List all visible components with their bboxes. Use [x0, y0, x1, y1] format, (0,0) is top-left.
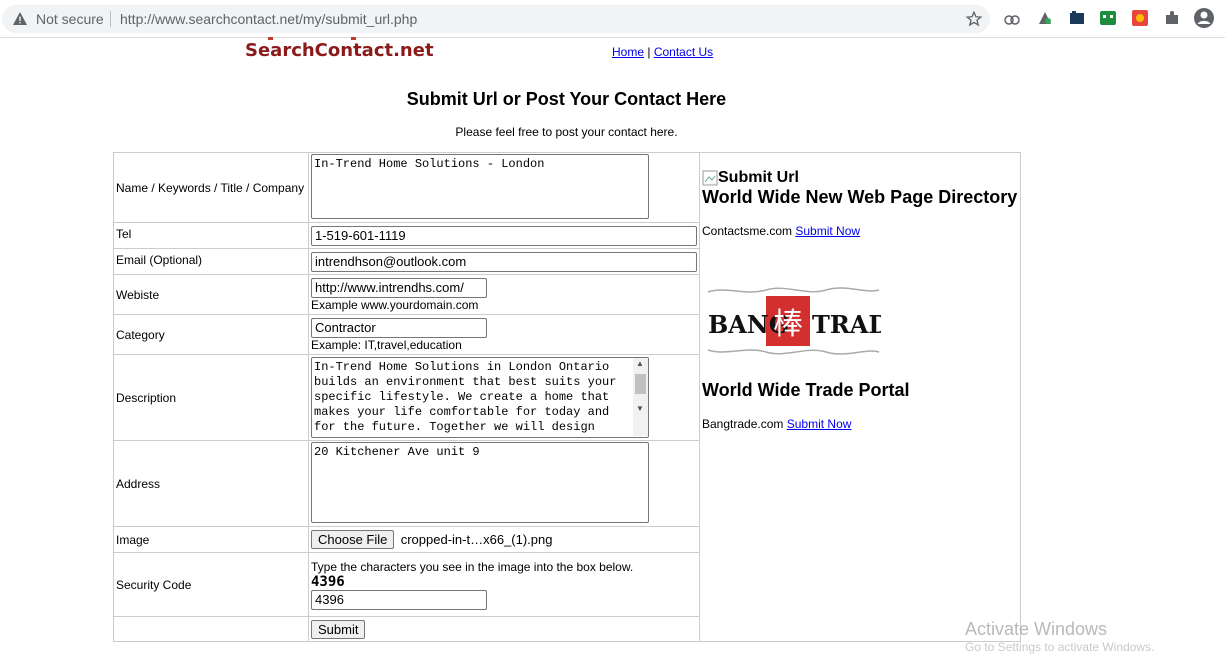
website-input[interactable]: [311, 277, 487, 298]
bookmark-star-icon[interactable]: [965, 10, 983, 28]
contact-us-link[interactable]: Contact Us: [654, 45, 713, 59]
submit-form-table: Name / Keywords / Title / Company In-Tre…: [113, 152, 1021, 642]
email-input[interactable]: [311, 251, 697, 272]
description-scrollbar[interactable]: ▲ ▼: [633, 358, 648, 436]
trade-line: Bangtrade.com Submit Now: [702, 417, 1018, 431]
bangtrade-logo[interactable]: BANG 棒 TRADE: [706, 286, 908, 356]
description-textarea[interactable]: In-Trend Home Solutions in London Ontari…: [311, 357, 649, 438]
selected-file-name: cropped-in-t…x66_(1).png: [400, 532, 553, 547]
email-label: Email (Optional): [113, 248, 309, 275]
divider: [110, 11, 111, 27]
security-hint: Type the characters you see in the image…: [311, 559, 634, 574]
trade-text: TRADE: [812, 310, 881, 339]
choose-file-button[interactable]: Choose File: [311, 530, 395, 549]
site-logo[interactable]: SearchContact.net: [245, 40, 434, 61]
top-navigation: Home | Contact Us: [612, 45, 713, 59]
website-hint: Example www.yourdomain.com: [311, 297, 479, 312]
extension-icon[interactable]: [1068, 9, 1086, 27]
security-code-input[interactable]: [311, 589, 487, 610]
category-input[interactable]: [311, 317, 487, 338]
website-label: Webiste: [113, 274, 309, 315]
windows-activation-subtext: Go to Settings to activate Windows.: [965, 640, 1155, 654]
name-label: Name / Keywords / Title / Company: [113, 152, 309, 223]
security-code-label: Security Code: [113, 552, 309, 617]
description-label: Description: [113, 354, 309, 441]
directory-line: Contactsme.com Submit Now: [702, 224, 1018, 238]
category-hint: Example: IT,travel,education: [311, 337, 462, 352]
directory-site: Contactsme.com: [702, 224, 793, 238]
category-label: Category: [113, 314, 309, 355]
trade-submit-link[interactable]: Submit Now: [787, 417, 852, 431]
bangtrade-logo-graphic: BANG 棒 TRADE: [707, 287, 908, 355]
home-link[interactable]: Home: [612, 45, 644, 59]
extension-icon[interactable]: [1036, 9, 1054, 27]
sidebar: Submit Url World Wide New Web Page Direc…: [699, 152, 1021, 642]
scroll-up-icon[interactable]: ▲: [636, 359, 644, 368]
extension-icon[interactable]: [1003, 9, 1021, 27]
submit-url-alt-text: Submit Url: [718, 169, 799, 186]
address-textarea[interactable]: 20 Kitchener Ave unit 9: [311, 441, 649, 523]
extension-icon[interactable]: [1131, 9, 1149, 27]
address-bar[interactable]: Not secure http://www.searchcontact.net/…: [2, 5, 990, 33]
trade-title: World Wide Trade Portal: [702, 380, 910, 400]
name-textarea[interactable]: In-Trend Home Solutions - London: [311, 153, 649, 219]
security-status[interactable]: Not secure: [36, 11, 104, 27]
profile-avatar-icon[interactable]: [1193, 7, 1215, 29]
page-title: Submit Url or Post Your Contact Here: [406, 89, 727, 109]
url-text[interactable]: http://www.searchcontact.net/my/submit_u…: [120, 11, 417, 27]
directory-submit-link[interactable]: Submit Now: [795, 224, 860, 238]
broken-image-icon: [702, 170, 718, 186]
page-subtitle: Please feel free to post your contact he…: [455, 125, 678, 139]
scrollbar-thumb[interactable]: [635, 374, 646, 394]
tel-label: Tel: [113, 222, 309, 249]
tel-input[interactable]: [311, 225, 697, 246]
windows-activation-watermark: Activate Windows: [965, 619, 1108, 639]
warning-icon[interactable]: [12, 11, 28, 27]
browser-toolbar: Not secure http://www.searchcontact.net/…: [0, 0, 1225, 38]
directory-title: World Wide New Web Page Directory: [702, 187, 1018, 207]
address-label: Address: [113, 440, 309, 527]
scroll-down-icon[interactable]: ▼: [636, 404, 644, 413]
trade-site: Bangtrade.com: [702, 417, 784, 431]
empty-cell: [113, 616, 309, 642]
image-label: Image: [113, 526, 309, 553]
nav-separator: |: [647, 45, 651, 59]
captcha-image: 4396: [311, 573, 345, 590]
submit-url-image: Submit Url: [702, 169, 1018, 187]
extension-icon[interactable]: [1099, 9, 1117, 27]
puzzle-icon[interactable]: [1163, 9, 1181, 27]
submit-button[interactable]: Submit: [311, 619, 366, 639]
bang-chinese-char: 棒: [773, 307, 803, 342]
